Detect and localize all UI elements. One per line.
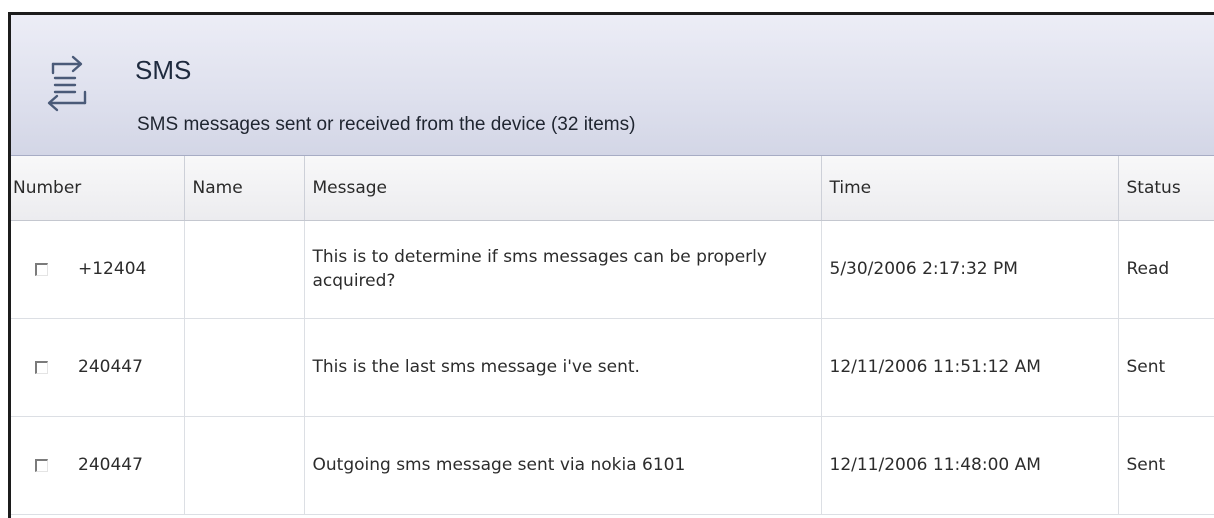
cell-status: Read (1118, 220, 1214, 319)
cell-message: Outgoing sms message sent via nokia 6101 (304, 416, 822, 515)
transfer-arrows-icon (47, 55, 87, 112)
cell-message: This is to determine if sms messages can… (304, 220, 822, 319)
cell-time: 12/11/2006 11:51:12 AM (821, 318, 1119, 417)
cell-status: Sent (1118, 318, 1214, 417)
table-row[interactable]: +12404 This is to determine if sms messa… (11, 220, 1214, 319)
panel-header: SMS SMS messages sent or received from t… (11, 15, 1214, 156)
column-header-message[interactable]: Message (304, 156, 822, 221)
number-text: +12404 (78, 259, 147, 279)
cell-name (184, 220, 305, 319)
cell-time: 12/11/2006 11:48:00 AM (821, 416, 1119, 515)
table-row[interactable]: 240447 Outgoing sms message sent via nok… (11, 416, 1214, 515)
cell-number: 240447 (11, 416, 185, 515)
page-title: SMS (135, 55, 192, 85)
cell-name (184, 416, 305, 515)
sms-table: Number Name Message Time Status +12404 T… (11, 156, 1214, 515)
number-text: 240447 (78, 357, 143, 377)
cell-name (184, 318, 305, 417)
number-text: 240447 (78, 455, 143, 475)
table-row[interactable]: 240447 This is the last sms message i've… (11, 318, 1214, 417)
page-subtitle: SMS messages sent or received from the d… (137, 114, 636, 135)
column-header-time[interactable]: Time (821, 156, 1119, 221)
cell-number: 240447 (11, 318, 185, 417)
cell-status: Sent (1118, 416, 1214, 515)
row-checkbox[interactable] (35, 262, 48, 276)
column-header-status[interactable]: Status (1118, 156, 1214, 221)
table-header-row: Number Name Message Time Status (11, 156, 1214, 221)
row-checkbox[interactable] (35, 360, 48, 374)
sms-panel: SMS SMS messages sent or received from t… (8, 12, 1214, 518)
column-header-number[interactable]: Number (11, 156, 185, 221)
cell-time: 5/30/2006 2:17:32 PM (821, 220, 1119, 319)
cell-message: This is the last sms message i've sent. (304, 318, 822, 417)
row-checkbox[interactable] (35, 458, 48, 472)
column-header-name[interactable]: Name (184, 156, 305, 221)
cell-number: +12404 (11, 220, 185, 319)
